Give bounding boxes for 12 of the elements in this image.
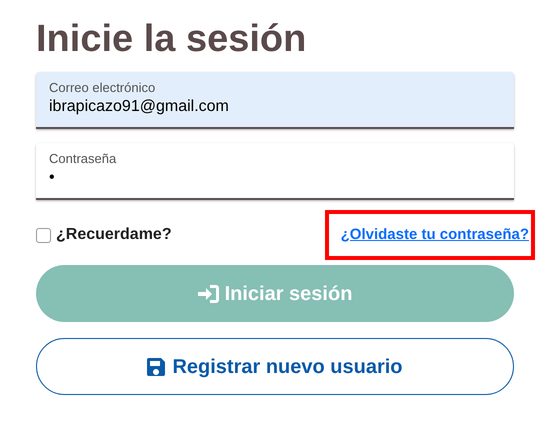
text-field[interactable]: Contraseña •	[36, 143, 514, 200]
sign-in-icon	[198, 284, 220, 304]
field-label: Contraseña	[49, 151, 116, 167]
register-button[interactable]: Registrar nuevo usuario	[36, 338, 514, 395]
remember-label: ¿Recuerdame?	[56, 225, 172, 245]
page-title: Inicie la sesión	[36, 17, 306, 62]
remember-checkbox[interactable]	[36, 228, 51, 242]
forgot-password-link[interactable]: ¿Olvidaste tu contraseña?	[340, 224, 529, 246]
field-label: Correo electrónico	[49, 80, 156, 96]
field-value: •	[49, 168, 55, 188]
text-field[interactable]: Correo electrónico ibrapicazo91@gmail.com	[36, 72, 514, 129]
field-value: ibrapicazo91@gmail.com	[49, 97, 229, 117]
